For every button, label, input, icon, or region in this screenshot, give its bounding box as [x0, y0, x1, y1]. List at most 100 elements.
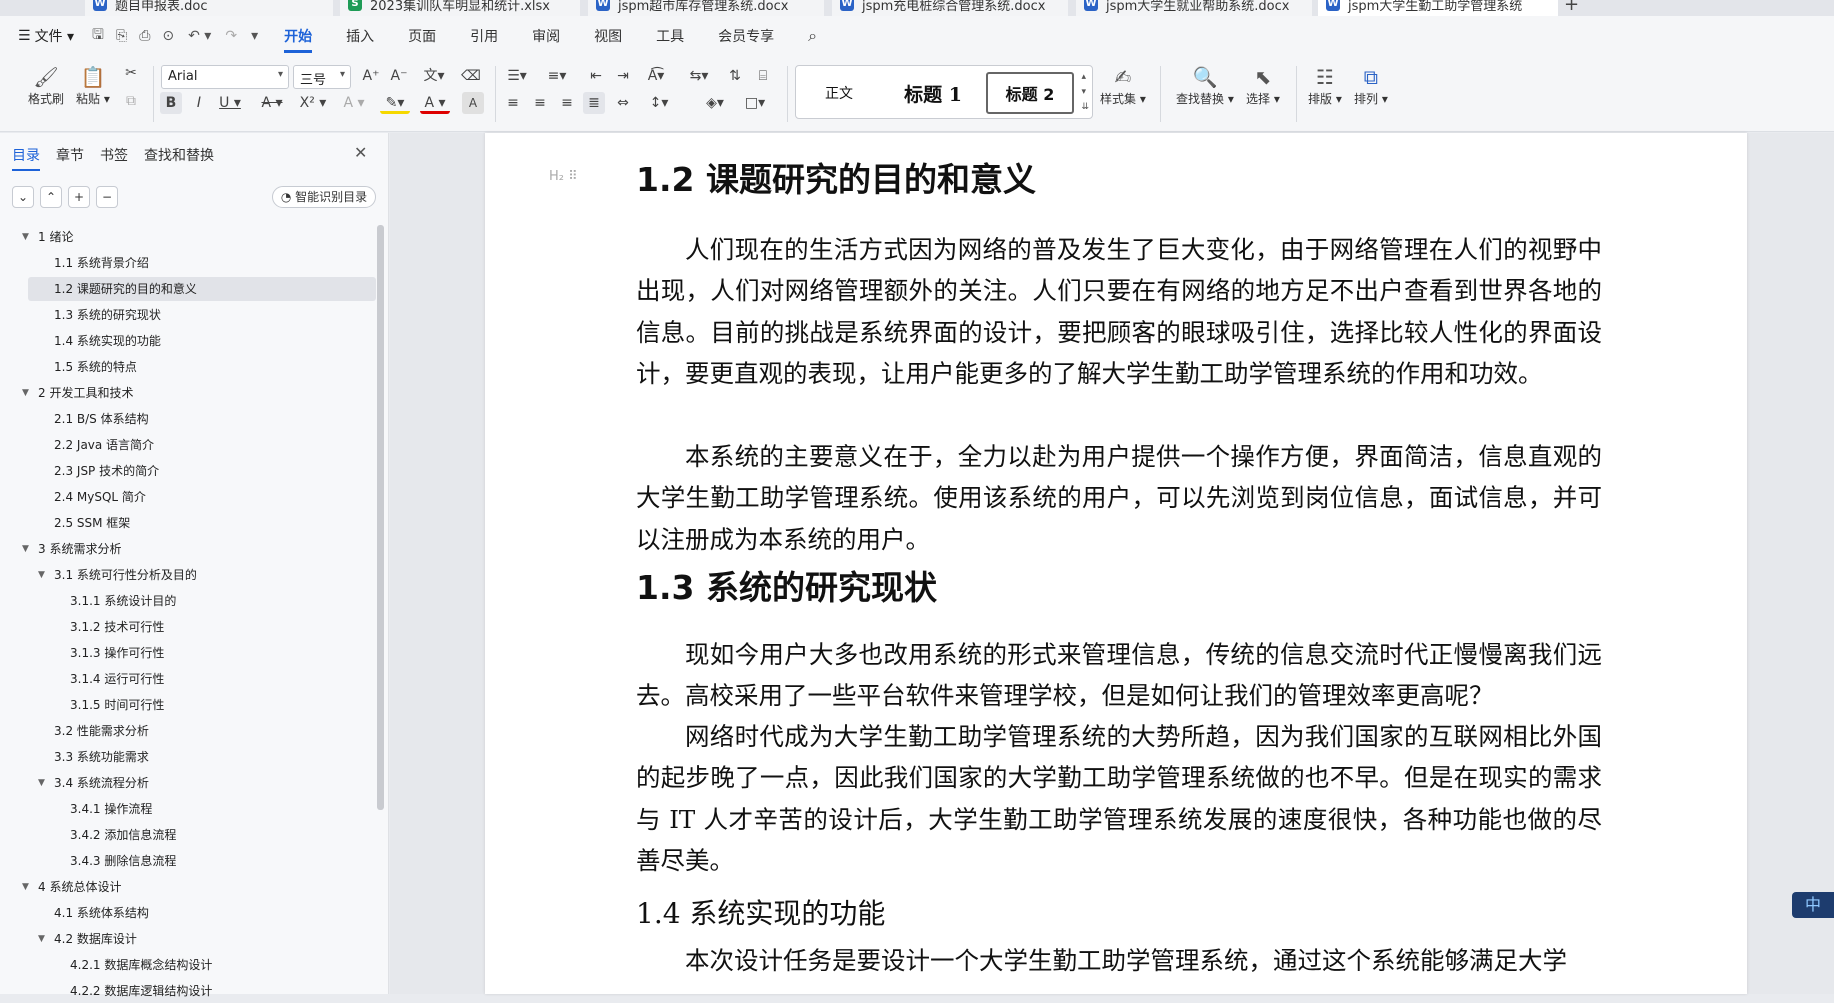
style-scroll-icon[interactable]: ▴ ▾ ⇊: [1081, 70, 1089, 115]
toc-item[interactable]: 4.1 系统体系结构: [0, 901, 376, 925]
tab-page[interactable]: 页面: [408, 26, 436, 46]
cut-icon[interactable]: ✂: [120, 62, 142, 84]
toc-item[interactable]: 4.2.2 数据库逻辑结构设计: [0, 979, 376, 1003]
toc-scrollbar[interactable]: [377, 225, 384, 810]
toc-item[interactable]: 4.2.1 数据库概念结构设计: [0, 953, 376, 977]
toc-item[interactable]: 3.1.3 操作可行性: [0, 641, 376, 665]
tab-home[interactable]: 开始: [284, 26, 313, 53]
expand-triangle-icon[interactable]: ▼: [38, 927, 45, 951]
add-heading-button[interactable]: +: [68, 186, 90, 208]
align-right-icon[interactable]: ≡: [556, 92, 578, 114]
toc-item[interactable]: 3.1.4 运行可行性: [0, 667, 376, 691]
style-heading-2[interactable]: 标题 2: [986, 72, 1074, 114]
line-spacing-icon[interactable]: ↕▾: [644, 92, 674, 114]
style-heading-1[interactable]: 标题 1: [888, 72, 978, 114]
document-page[interactable]: H₂ ⠿ 1.2 课题研究的目的和意义 人们现在的生活方式因为网络的普及发生了巨…: [485, 133, 1747, 994]
strikethrough-button[interactable]: A ▾: [258, 92, 286, 114]
toc-item[interactable]: 3.4.2 添加信息流程: [0, 823, 376, 847]
align-center-icon[interactable]: ≡: [529, 92, 551, 114]
remove-heading-button[interactable]: −: [96, 186, 118, 208]
smart-toc-button[interactable]: ◔ 智能识别目录: [272, 186, 376, 208]
toc-item[interactable]: 3.1.5 时间可行性: [0, 693, 376, 717]
search-icon[interactable]: ⌕: [808, 26, 817, 46]
tab-chapter[interactable]: 章节: [56, 145, 84, 171]
toc-item[interactable]: 2.5 SSM 框架: [0, 511, 376, 535]
expand-triangle-icon[interactable]: ▼: [22, 875, 29, 899]
translate-icon[interactable]: 中: [1792, 892, 1834, 918]
sort-text-icon[interactable]: ⇆▾: [684, 65, 714, 87]
borders-icon[interactable]: □▾: [740, 92, 770, 114]
style-set-button[interactable]: ✍ 样式集 ▾: [1100, 64, 1146, 107]
toc-item[interactable]: ▼ 3.1 系统可行性分析及目的: [0, 563, 376, 587]
highlight-color-button[interactable]: ✎▾: [380, 92, 410, 114]
expand-triangle-icon[interactable]: ▼: [38, 563, 45, 587]
toc-item[interactable]: ▼ 1 绪论: [0, 225, 376, 249]
toc-item[interactable]: 2.3 JSP 技术的简介: [0, 459, 376, 483]
toc-item[interactable]: ▼ 4.2 数据库设计: [0, 927, 376, 951]
toc-item[interactable]: 1.2 课题研究的目的和意义: [28, 277, 376, 301]
arrange-button[interactable]: ⧉ 排列 ▾: [1354, 64, 1388, 107]
tab-find-replace[interactable]: 查找和替换: [144, 145, 214, 171]
expand-triangle-icon[interactable]: ▼: [22, 381, 29, 405]
copy-icon[interactable]: ⧉: [120, 90, 142, 112]
redo-icon[interactable]: ↷: [225, 28, 237, 44]
font-size-select[interactable]: 三号 ▾: [293, 65, 351, 89]
print-preview-icon[interactable]: ⊙: [162, 28, 174, 44]
clear-format-icon[interactable]: ⌫: [460, 65, 482, 87]
file-menu[interactable]: 文件 ▾: [35, 26, 74, 46]
toc-item[interactable]: 3.1.2 技术可行性: [0, 615, 376, 639]
toc-item[interactable]: 3.3 系统功能需求: [0, 745, 376, 769]
toc-item[interactable]: 2.2 Java 语言简介: [0, 433, 376, 457]
expand-triangle-icon[interactable]: ▼: [22, 537, 29, 561]
layout-button[interactable]: ☷ 排版 ▾: [1308, 64, 1342, 107]
char-shading-button[interactable]: A: [462, 92, 484, 114]
add-tab-icon[interactable]: +: [1564, 0, 1579, 15]
text-effect-button[interactable]: A ▾: [340, 92, 368, 114]
toc-item[interactable]: 1.4 系统实现的功能: [0, 329, 376, 353]
toc-item[interactable]: 2.1 B/S 体系结构: [0, 407, 376, 431]
print-icon[interactable]: ⎙: [139, 28, 150, 44]
toc-item[interactable]: 1.5 系统的特点: [0, 355, 376, 379]
tab-references[interactable]: 引用: [470, 26, 498, 46]
expand-triangle-icon[interactable]: ▼: [22, 225, 29, 249]
document-tab-active[interactable]: Wjspm大学生勤工助学管理系统: [1318, 0, 1558, 16]
quick-access-more-icon[interactable]: ▾: [251, 28, 258, 44]
font-name-select[interactable]: Arial ▾: [161, 65, 289, 89]
undo-icon[interactable]: ↶ ▾: [188, 28, 211, 44]
shrink-font-icon[interactable]: A⁻: [388, 65, 410, 87]
shading-icon[interactable]: ◈▾: [700, 92, 730, 114]
close-icon[interactable]: ✕: [354, 143, 367, 162]
grow-font-icon[interactable]: A⁺: [360, 65, 382, 87]
tab-insert[interactable]: 插入: [346, 26, 374, 46]
align-left-icon[interactable]: ≡: [502, 92, 524, 114]
toc-item[interactable]: 3.1.1 系统设计目的: [0, 589, 376, 613]
increase-indent-icon[interactable]: ⇥: [612, 65, 634, 87]
tab-member[interactable]: 会员专享: [718, 26, 774, 46]
format-painter-button[interactable]: 🖌 格式刷: [28, 64, 64, 107]
tab-view[interactable]: 视图: [594, 26, 622, 46]
toc-item[interactable]: 3.2 性能需求分析: [0, 719, 376, 743]
numbering-icon[interactable]: ≡▾: [542, 65, 572, 87]
superscript-button[interactable]: X² ▾: [298, 92, 328, 114]
distribute-icon[interactable]: ⇔: [612, 92, 634, 114]
font-color-button[interactable]: A ▾: [420, 92, 450, 114]
toc-item[interactable]: ▼ 3.4 系统流程分析: [0, 771, 376, 795]
hamburger-icon[interactable]: ☰: [18, 28, 31, 44]
text-direction-icon[interactable]: A͡▾: [640, 65, 672, 87]
sort-icon[interactable]: ⇅: [724, 65, 746, 87]
find-replace-button[interactable]: 🔍 查找替换 ▾: [1176, 64, 1234, 107]
paste-button[interactable]: 📋 粘贴 ▾: [76, 64, 110, 107]
document-tab[interactable]: Wjspm超市库存管理系统.docx: [588, 0, 824, 16]
select-button[interactable]: ⬉ 选择 ▾: [1246, 64, 1280, 107]
toc-item[interactable]: 3.4.3 删除信息流程: [0, 849, 376, 873]
export-icon[interactable]: ⎘: [116, 28, 127, 44]
italic-button[interactable]: I: [188, 92, 210, 114]
toc-item[interactable]: ▼ 4 系统总体设计: [0, 875, 376, 899]
toc-item[interactable]: 1.3 系统的研究现状: [0, 303, 376, 327]
justify-icon[interactable]: ≣: [583, 92, 605, 114]
tab-bookmark[interactable]: 书签: [100, 145, 128, 171]
underline-button[interactable]: U ▾: [216, 92, 244, 114]
toc-item[interactable]: 3.4.1 操作流程: [0, 797, 376, 821]
show-marks-icon[interactable]: ⌸: [752, 65, 774, 87]
style-normal[interactable]: 正文: [802, 72, 876, 114]
